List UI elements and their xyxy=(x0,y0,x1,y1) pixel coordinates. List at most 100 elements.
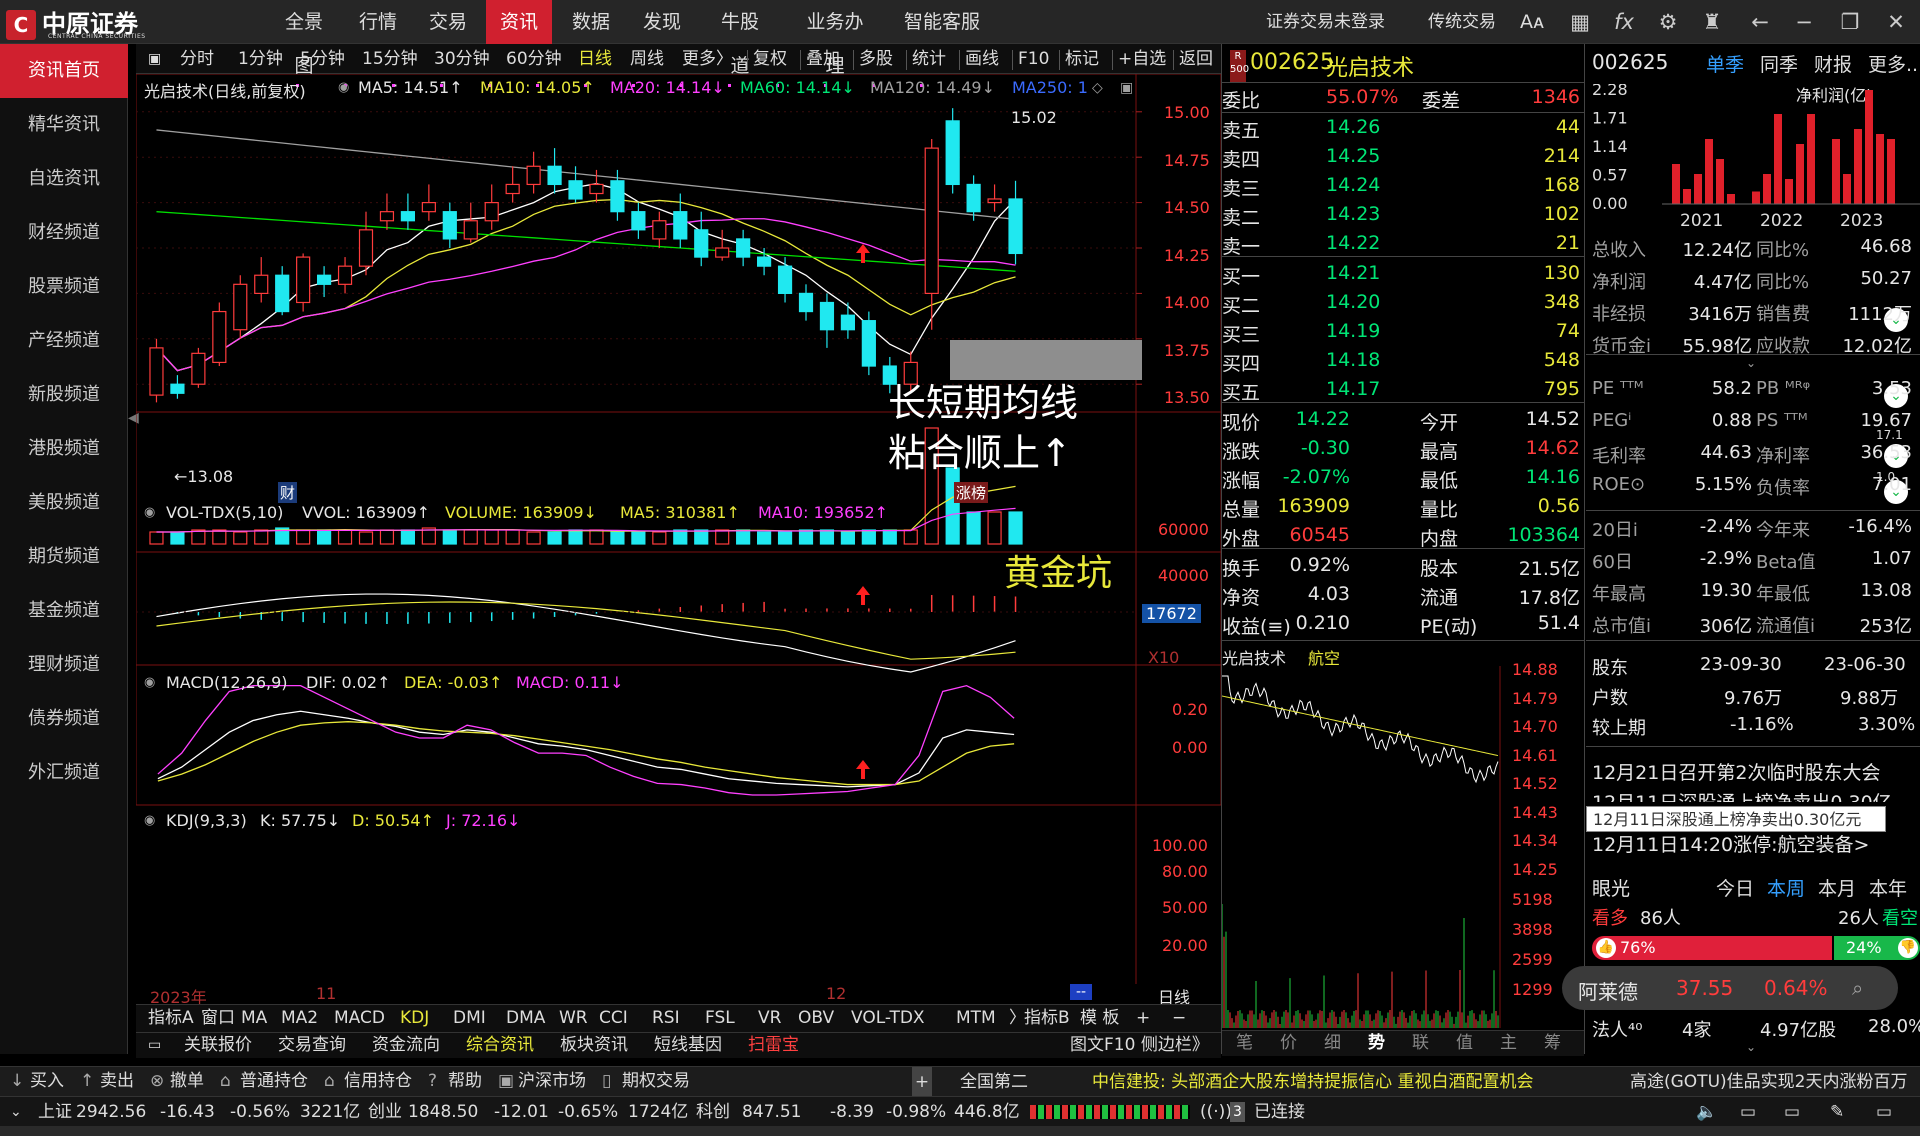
bid-row[interactable]: 买五 14.17 795 xyxy=(1222,378,1580,404)
indicator-tab-2[interactable]: MA xyxy=(241,1004,267,1032)
sidebar-item-7[interactable]: 港股频道 xyxy=(0,422,128,476)
ask-row[interactable]: 卖五 14.26 44 xyxy=(1222,116,1580,142)
indicator-tab-8[interactable]: WR xyxy=(559,1004,588,1032)
toolbar-2-icon[interactable]: ⊗ xyxy=(150,1066,164,1096)
plus-icon[interactable]: + xyxy=(912,1067,932,1097)
eye-tab-3[interactable]: 本年 xyxy=(1869,874,1907,901)
toolbar-4-icon[interactable]: ⌂ xyxy=(324,1066,335,1096)
tool-8[interactable]: 返回 xyxy=(1179,44,1213,74)
menu-8[interactable]: 智能客服 xyxy=(890,0,994,44)
trade-button-3[interactable]: 普通持仓 xyxy=(240,1066,308,1096)
pin-icon[interactable]: ✎ xyxy=(1830,1097,1844,1127)
indicator-tab-15[interactable]: MTM xyxy=(956,1004,996,1032)
search-icon[interactable]: ⌕ xyxy=(1852,976,1863,1000)
indicator-tab-9[interactable]: CCI xyxy=(599,1004,628,1032)
bid-row[interactable]: 买一 14.21 130 xyxy=(1222,262,1580,288)
trade-button-2[interactable]: 撤单 xyxy=(170,1066,204,1096)
indicator-tab-right-3[interactable]: − xyxy=(1172,1004,1186,1032)
shirt-icon[interactable]: ♜ xyxy=(1700,10,1724,34)
eye-tab-0[interactable]: 今日 xyxy=(1716,874,1754,901)
info-tab-1[interactable]: 交易查询 xyxy=(278,1032,346,1058)
indicator-tab-1[interactable]: 窗口 xyxy=(201,1004,235,1032)
quote-tab-6[interactable]: 主 xyxy=(1500,1030,1517,1056)
tool-3[interactable]: 统计 xyxy=(912,44,946,74)
menu-6[interactable]: 牛股道 xyxy=(700,0,780,77)
trade-button-7[interactable]: 期权交易 xyxy=(622,1066,690,1096)
info-list-icon[interactable]: ▭ xyxy=(148,1032,161,1058)
toolbar-0-icon[interactable]: ↓ xyxy=(10,1066,24,1096)
expand-chevron-icon[interactable]: ⌄ xyxy=(1746,356,1756,370)
menu-5[interactable]: 发现 xyxy=(630,0,694,44)
speaker-icon[interactable]: 🔈 xyxy=(1696,1097,1717,1127)
sidebar-item-8[interactable]: 美股频道 xyxy=(0,476,128,530)
indicator-tab-6[interactable]: DMI xyxy=(453,1004,486,1032)
quote-tab-4[interactable]: 联 xyxy=(1412,1030,1429,1056)
tool-7[interactable]: +自选 xyxy=(1118,44,1166,74)
eye-tab-2[interactable]: 本月 xyxy=(1818,874,1856,901)
finance-marker[interactable]: 财 xyxy=(278,482,298,503)
toolbar-3-icon[interactable]: ⌂ xyxy=(220,1066,231,1096)
thumbs-up-icon[interactable]: 👍 xyxy=(1596,938,1616,958)
indicator-tab-12[interactable]: VR xyxy=(758,1004,781,1032)
period-2[interactable]: 5分钟 xyxy=(300,44,345,74)
bid-row[interactable]: 买三 14.19 74 xyxy=(1222,320,1580,346)
panel-toggle-icon[interactable]: ▣ xyxy=(1120,80,1133,96)
sidebar-item-6[interactable]: 新股频道 xyxy=(0,368,128,422)
indicator-tab-right-0[interactable]: 指标B xyxy=(1024,1004,1070,1032)
sidebar-item-12[interactable]: 债券频道 xyxy=(0,692,128,746)
tool-6[interactable]: 标记 xyxy=(1065,44,1099,74)
news-ticker-1[interactable]: 全国第二 xyxy=(960,1067,1028,1097)
trade-button-0[interactable]: 买入 xyxy=(30,1066,64,1096)
news-item[interactable]: 12月11日深股通上榜净卖出0.30亿 xyxy=(1592,788,1892,802)
grid-icon[interactable]: ▦ xyxy=(1568,10,1592,34)
sidebar-item-11[interactable]: 理财频道 xyxy=(0,638,128,692)
kline-chart-area[interactable] xyxy=(136,74,1221,1004)
close-icon[interactable]: ✕ xyxy=(1884,10,1908,34)
thumbs-down-icon[interactable]: 👎 xyxy=(1898,938,1918,958)
trade-button-5[interactable]: 帮助 xyxy=(448,1066,482,1096)
quote-tab-0[interactable]: 笔 xyxy=(1236,1030,1253,1056)
bid-row[interactable]: 买四 14.18 548 xyxy=(1222,349,1580,375)
menu-4[interactable]: 数据 xyxy=(558,0,624,44)
indicator-tab-13[interactable]: OBV xyxy=(798,1004,834,1032)
info-tab-4[interactable]: 板块资讯 xyxy=(560,1032,628,1058)
indicator-tab-3[interactable]: MA2 xyxy=(281,1004,318,1032)
tool-4[interactable]: 画线 xyxy=(965,44,999,74)
traditional-trade-link[interactable]: 传统交易 xyxy=(1428,0,1496,44)
sidebar-item-1[interactable]: 精华资讯 xyxy=(0,98,128,152)
font-size-button[interactable]: Aᴀ xyxy=(1520,0,1544,44)
message-icon[interactable]: ▭ xyxy=(1740,1097,1756,1127)
restore-icon[interactable]: ❐ xyxy=(1838,10,1862,34)
sidebar-item-9[interactable]: 期货频道 xyxy=(0,530,128,584)
tool-2[interactable]: 多股 xyxy=(859,44,893,74)
period-1[interactable]: 1分钟 xyxy=(238,44,283,74)
trade-button-6[interactable]: 沪深市场 xyxy=(518,1066,586,1096)
f10-tab-2[interactable]: 财报 xyxy=(1814,50,1852,77)
gear-icon[interactable]: ⚙ xyxy=(1656,10,1680,34)
indicator-tab-0[interactable]: 指标A xyxy=(148,1004,194,1032)
ask-row[interactable]: 卖一 14.22 21 xyxy=(1222,232,1580,258)
period-8[interactable]: 更多〉 xyxy=(682,44,733,74)
quote-tab-7[interactable]: 筹 xyxy=(1544,1030,1561,1056)
period-3[interactable]: 15分钟 xyxy=(362,44,418,74)
info-tab-2[interactable]: 资金流向 xyxy=(372,1032,440,1058)
toolbar-7-icon[interactable]: ▯ xyxy=(602,1066,611,1096)
sidebar-item-4[interactable]: 股票频道 xyxy=(0,260,128,314)
quote-tab-3[interactable]: 势 xyxy=(1368,1030,1385,1056)
indicator-tab-10[interactable]: RSI xyxy=(652,1004,680,1032)
toolbar-5-icon[interactable]: ? xyxy=(428,1066,437,1096)
indicator-tab-11[interactable]: FSL xyxy=(705,1004,735,1032)
screen-icon[interactable]: ▭ xyxy=(1784,1097,1800,1127)
info-tab-3[interactable]: 综合资讯 xyxy=(466,1032,534,1058)
menu-3[interactable]: 资讯 xyxy=(486,0,552,44)
period-5[interactable]: 60分钟 xyxy=(506,44,562,74)
window-icon[interactable]: ▭ xyxy=(1876,1097,1892,1127)
sidebar-item-2[interactable]: 自选资讯 xyxy=(0,152,128,206)
ask-row[interactable]: 卖四 14.25 214 xyxy=(1222,145,1580,171)
vol-toggle-icon[interactable]: ◉ xyxy=(144,505,155,520)
info-tab-5[interactable]: 短线基因 xyxy=(654,1032,722,1058)
expand-chevron-icon[interactable]: ⌄ xyxy=(1746,1040,1756,1054)
macd-toggle-icon[interactable]: ◉ xyxy=(144,675,155,690)
eye-tab-1[interactable]: 本周 xyxy=(1767,874,1805,901)
zhangbang-marker[interactable]: 涨榜 xyxy=(954,482,989,503)
